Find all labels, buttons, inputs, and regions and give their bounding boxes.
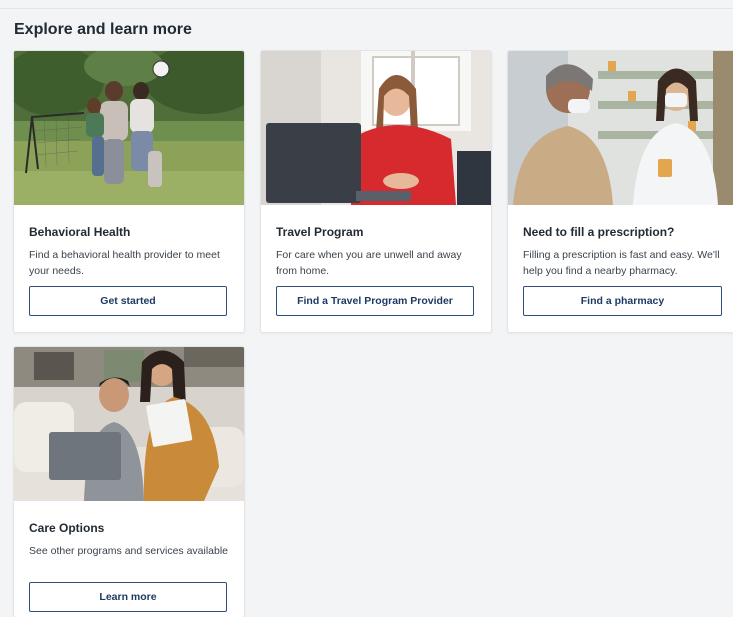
find-travel-program-provider-button[interactable]: Find a Travel Program Provider (276, 286, 474, 316)
card-description: Find a behavioral health provider to mee… (29, 249, 220, 277)
couple-with-laptop-image (14, 347, 244, 501)
card-prescription: Need to fill a prescription? Filling a p… (507, 50, 733, 333)
card-description: See other programs and services availabl… (29, 545, 229, 557)
woman-on-laptop-image (261, 51, 491, 205)
section-heading: Explore and learn more (14, 21, 192, 38)
card-title: Travel Program (276, 225, 364, 239)
explore-section: Explore and learn more Behavioral Health… (0, 8, 733, 617)
card-title: Behavioral Health (29, 225, 131, 239)
card-care-options: Care Options See other programs and serv… (13, 346, 245, 617)
card-description: For care when you are unwell and away fr… (276, 249, 462, 277)
get-started-button[interactable]: Get started (29, 286, 227, 316)
card-description: Filling a prescription is fast and easy.… (523, 249, 720, 277)
card-travel-program: Travel Program For care when you are unw… (260, 50, 492, 333)
card-title: Need to fill a prescription? (523, 225, 675, 239)
family-playing-soccer-image (14, 51, 244, 205)
find-a-pharmacy-button[interactable]: Find a pharmacy (523, 286, 722, 316)
pharmacist-with-customer-image (508, 51, 733, 205)
card-behavioral-health: Behavioral Health Find a behavioral heal… (13, 50, 245, 333)
card-title: Care Options (29, 521, 105, 535)
